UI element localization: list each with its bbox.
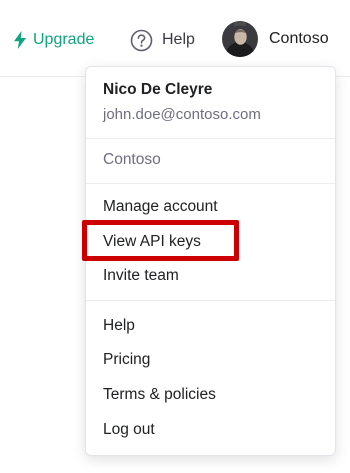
menu-item-view-api-keys[interactable]: View API keys <box>103 233 201 251</box>
avatar <box>222 21 258 57</box>
upgrade-button[interactable]: Upgrade <box>13 27 94 53</box>
help-button[interactable]: Help <box>130 27 195 53</box>
user-email: john.doe@contoso.com <box>103 106 261 123</box>
menu-divider <box>86 300 335 301</box>
menu-item-terms-policies[interactable]: Terms & policies <box>103 386 216 404</box>
question-circle-icon <box>130 29 153 52</box>
menu-item-log-out[interactable]: Log out <box>103 421 155 439</box>
account-org-label: Contoso <box>269 30 329 47</box>
upgrade-label: Upgrade <box>33 31 95 48</box>
account-menu-trigger[interactable]: Contoso <box>222 21 329 57</box>
organization-label: Contoso <box>103 151 161 168</box>
menu-item-manage-account[interactable]: Manage account <box>103 198 218 216</box>
user-info: Nico De Cleyre john.doe@contoso.com <box>86 67 335 139</box>
lightning-bolt-icon <box>13 31 27 49</box>
menu-item-help[interactable]: Help <box>103 317 135 335</box>
user-name: Nico De Cleyre <box>103 81 213 98</box>
account-dropdown-menu: Nico De Cleyre john.doe@contoso.com Cont… <box>85 66 336 456</box>
menu-item-invite-team[interactable]: Invite team <box>103 267 179 285</box>
organization-row[interactable]: Contoso <box>86 139 335 184</box>
page: Upgrade Help Contoso Nico De Cleyre john… <box>0 0 350 473</box>
help-label: Help <box>162 31 195 48</box>
menu-item-pricing[interactable]: Pricing <box>103 351 150 369</box>
